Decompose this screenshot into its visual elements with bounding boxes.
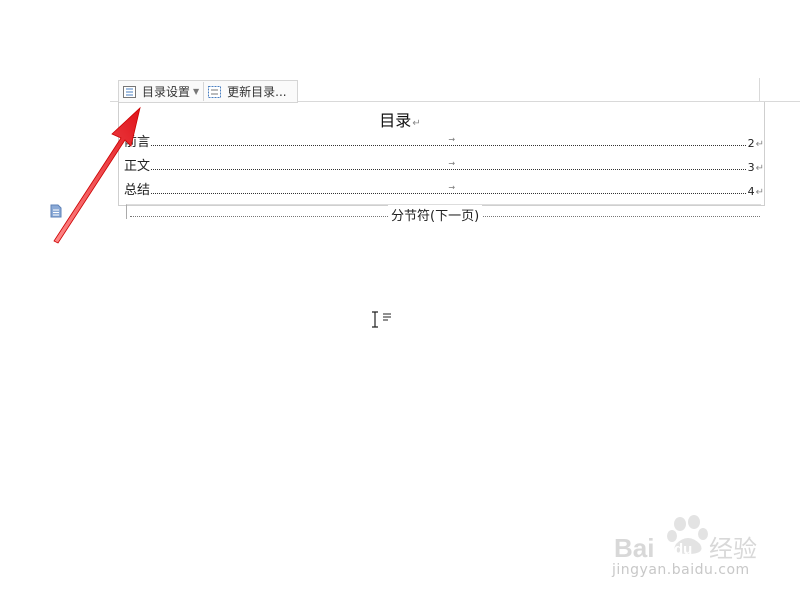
svg-text:du: du	[674, 541, 692, 558]
document-icon[interactable]	[49, 204, 63, 218]
tab-mark: →	[448, 183, 456, 192]
paragraph-mark: ↵	[412, 118, 421, 129]
toc-leader-dots: →	[151, 159, 746, 170]
toc-entry-label: 总结	[124, 183, 151, 198]
toc-settings-label: 目录设置	[142, 85, 191, 99]
chevron-down-icon: ▼	[193, 87, 200, 96]
toc-entry-label: 正文	[124, 159, 151, 174]
text-cursor-icon	[372, 311, 391, 328]
svg-text:经验: 经验	[709, 535, 757, 563]
toc-settings-icon	[123, 85, 136, 98]
toc-entry-page: 2	[747, 137, 755, 150]
paragraph-mark: ↵	[755, 163, 764, 174]
toc-entry[interactable]: 总结 → 4 ↵	[124, 180, 764, 198]
toc-leader-dots: →	[151, 183, 746, 194]
tab-mark: →	[448, 135, 456, 144]
toc-entry-page: 4	[747, 185, 755, 198]
update-toc-icon	[208, 85, 222, 98]
svg-text:Bai: Bai	[614, 533, 654, 563]
toc-leader-dots: →	[151, 135, 746, 146]
paragraph-mark: ↵	[755, 139, 764, 150]
toc-entry-page: 3	[747, 161, 755, 174]
watermark-url: jingyan.baidu.com	[612, 562, 750, 578]
toc-toolbar: 目录设置 ▼ 更新目录...	[118, 80, 298, 103]
section-break-label: 分节符(下一页)	[388, 205, 483, 224]
paragraph-mark: ↵	[755, 187, 764, 198]
update-toc-label: 更新目录...	[227, 85, 287, 99]
toc-entry[interactable]: 正文 → 3 ↵	[124, 156, 764, 174]
toc-settings-button[interactable]: 目录设置 ▼	[119, 82, 203, 101]
toc-entry-label: 前言	[124, 135, 151, 150]
toc-entry[interactable]: 前言 → 2 ↵	[124, 132, 764, 150]
tab-mark: →	[448, 159, 456, 168]
toc-title: 目录↵	[379, 111, 421, 130]
update-toc-button[interactable]: 更新目录...	[203, 82, 290, 101]
page-corner-mark	[759, 78, 760, 102]
